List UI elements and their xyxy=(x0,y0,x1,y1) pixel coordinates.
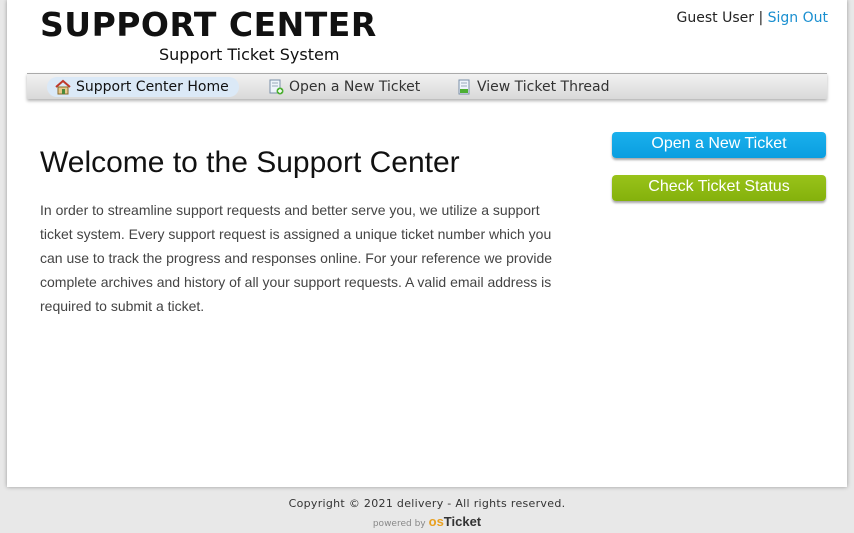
nav-item-label: View Ticket Thread xyxy=(477,79,610,95)
page-title: Welcome to the Support Center xyxy=(40,146,460,179)
user-name: Guest User xyxy=(676,10,754,26)
logo-title: SUPPORT CENTER xyxy=(40,5,377,44)
main-nav: Support Center Home Open a New Ticket Vi… xyxy=(27,73,827,99)
logo-subtitle: Support Ticket System xyxy=(159,45,340,64)
home-icon xyxy=(55,79,71,95)
sign-out-link[interactable]: Sign Out xyxy=(768,10,828,26)
nav-item-label: Open a New Ticket xyxy=(289,79,421,95)
copyright-text: Copyright © 2021 delivery - All rights r… xyxy=(288,497,566,510)
page-container: SUPPORT CENTER Support Ticket System Gue… xyxy=(7,0,847,487)
welcome-text: In order to streamline support requests … xyxy=(40,202,553,314)
osticket-logo-prefix: os xyxy=(428,514,444,529)
check-status-button[interactable]: Check Ticket Status xyxy=(612,175,826,201)
powered-by-text: powered by xyxy=(372,519,426,529)
open-ticket-button[interactable]: Open a New Ticket xyxy=(612,132,826,158)
footer: Copyright © 2021 delivery - All rights r… xyxy=(0,497,854,529)
welcome-section: Welcome to the Support Center In order t… xyxy=(40,140,575,318)
new-ticket-icon xyxy=(268,79,284,95)
nav-item-home[interactable]: Support Center Home xyxy=(47,77,239,97)
powered-by[interactable]: powered by osTicket xyxy=(0,514,854,529)
osticket-logo: osTicket xyxy=(429,514,482,529)
user-separator: | xyxy=(758,10,764,26)
site-logo[interactable]: SUPPORT CENTER Support Ticket System xyxy=(40,5,377,64)
osticket-logo-suffix: Ticket xyxy=(443,514,482,529)
nav-item-view-thread[interactable]: View Ticket Thread xyxy=(448,77,620,97)
user-bar: Guest User | Sign Out xyxy=(677,10,828,26)
ticket-thread-icon xyxy=(456,79,472,95)
nav-item-label: Support Center Home xyxy=(76,79,229,95)
nav-item-open-ticket[interactable]: Open a New Ticket xyxy=(260,77,430,97)
